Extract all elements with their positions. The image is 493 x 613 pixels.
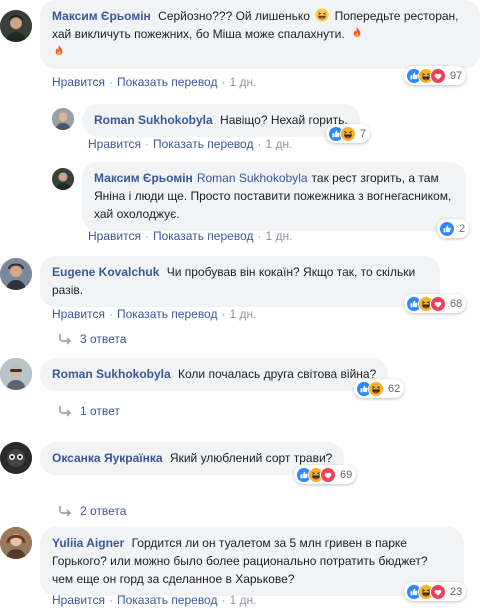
separator-dot: ·	[144, 229, 149, 243]
reaction-count: 68	[450, 297, 463, 310]
comment-time[interactable]: 1 дн.	[229, 307, 256, 321]
reply-arrow-icon	[58, 405, 72, 417]
mention-link[interactable]: Roman Sukhokobyla	[197, 171, 308, 185]
like-link[interactable]: Нравится	[52, 75, 105, 89]
reaction-count: 23	[450, 585, 463, 598]
separator-dot: ·	[108, 307, 113, 321]
replies-count: 2 ответа	[80, 504, 127, 518]
reaction-count: 2	[459, 222, 466, 235]
comment-author[interactable]: Максим Єрьомін	[52, 9, 151, 23]
like-link[interactable]: Нравится	[88, 137, 141, 151]
reactions-summary[interactable]: 7	[326, 124, 371, 143]
fire-emoji-icon	[52, 44, 66, 58]
reply-arrow-icon	[58, 505, 72, 517]
comment-bubble: Максим Єрьомін Серйозно??? Ой лишенько П…	[40, 0, 480, 69]
show-translation-link[interactable]: Показать перевод	[117, 307, 218, 321]
view-replies-link[interactable]: 2 ответа	[58, 504, 126, 518]
comment-bubble: Yuliia Aigner Гордится ли он туалетом за…	[40, 527, 464, 596]
view-replies-link[interactable]: 3 ответа	[58, 332, 126, 346]
comment-time[interactable]: 1 дн.	[229, 75, 256, 89]
reactions-summary[interactable]: 23	[404, 582, 467, 601]
comment-actions: Нравится · Показать перевод · 1 дн.	[52, 593, 256, 607]
comment-author[interactable]: Максим Єрьомін	[94, 171, 193, 185]
comment-bubble: Roman Sukhokobyla Коли почалась друга св…	[40, 358, 389, 391]
comment-actions: Нравится · Показать перевод · 1 дн.	[52, 75, 256, 89]
separator-dot: ·	[221, 307, 226, 321]
comment-5: Roman Sukhokobyla Коли почалась друга св…	[0, 358, 389, 391]
replies-count: 1 ответ	[80, 404, 120, 418]
separator-dot: ·	[221, 593, 226, 607]
comment-4: Eugene Kovalchuk Чи пробував він кокаїн?…	[0, 256, 440, 307]
separator-dot: ·	[221, 75, 226, 89]
comment-time[interactable]: 1 дн.	[229, 593, 256, 607]
replies-count: 3 ответа	[80, 332, 127, 346]
comment-actions: Нравится · Показать перевод · 1 дн.	[52, 307, 256, 321]
view-replies-link[interactable]: 1 ответ	[58, 404, 120, 418]
separator-dot: ·	[144, 137, 149, 151]
reply-arrow-icon	[58, 333, 72, 345]
avatar[interactable]	[0, 527, 32, 559]
like-link[interactable]: Нравится	[52, 593, 105, 607]
avatar[interactable]	[0, 358, 32, 390]
separator-dot: ·	[108, 75, 113, 89]
show-translation-link[interactable]: Показать перевод	[117, 75, 218, 89]
comment-bubble: Максим Єрьомін Roman Sukhokobyla так рест …	[82, 162, 466, 231]
avatar[interactable]	[0, 10, 32, 42]
show-translation-link[interactable]: Показать перевод	[153, 229, 254, 243]
comment-author[interactable]: Yuliia Aigner	[52, 536, 124, 550]
comment-1: Максим Єрьомін Серйозно??? Ой лишенько П…	[0, 0, 480, 69]
comment-6: Оксанка Яукраїнка Який улюблений сорт тр…	[0, 442, 345, 475]
comment-text: Серйозно??? Ой лишенько	[158, 9, 310, 23]
show-translation-link[interactable]: Показать перевод	[117, 593, 218, 607]
comment-author[interactable]: Оксанка Яукраїнка	[52, 451, 163, 465]
separator-dot: ·	[257, 137, 262, 151]
like-reaction-icon	[439, 220, 455, 237]
comment-text: Коли почалась друга світова війна?	[178, 367, 377, 381]
reactions-summary[interactable]: 68	[404, 294, 467, 313]
haha-reaction-icon	[368, 380, 384, 397]
separator-dot: ·	[257, 229, 262, 243]
haha-reaction-icon	[340, 125, 356, 142]
like-link[interactable]: Нравится	[88, 229, 141, 243]
comment-text: Навіщо? Нехай горить.	[220, 113, 348, 127]
avatar[interactable]	[52, 108, 74, 130]
show-translation-link[interactable]: Показать перевод	[153, 137, 254, 151]
comment-author[interactable]: Roman Sukhokobyla	[94, 113, 213, 127]
avatar[interactable]	[0, 258, 32, 290]
avatar[interactable]	[0, 442, 32, 474]
avatar[interactable]	[52, 168, 74, 190]
comment-7: Yuliia Aigner Гордится ли он туалетом за…	[0, 527, 464, 596]
comment-author[interactable]: Roman Sukhokobyla	[52, 367, 171, 381]
fire-emoji-icon	[350, 26, 364, 40]
comment-bubble: Roman Sukhokobyla Навіщо? Нехай горить.	[82, 104, 360, 137]
comment-actions: Нравится · Показать перевод · 1 дн.	[88, 137, 292, 151]
comment-bubble: Eugene Kovalchuk Чи пробував він кокаїн?…	[40, 256, 440, 307]
reactions-summary[interactable]: 62	[354, 379, 405, 398]
reaction-count: 97	[450, 69, 463, 82]
reactions-summary[interactable]: 2	[437, 219, 470, 238]
reaction-count: 69	[340, 468, 353, 481]
reaction-count: 7	[360, 127, 367, 140]
comment-3: Максим Єрьомін Roman Sukhokobyla так рест …	[52, 162, 466, 231]
laughing-emoji-icon	[315, 8, 329, 22]
comment-2: Roman Sukhokobyla Навіщо? Нехай горить.	[52, 104, 360, 137]
separator-dot: ·	[108, 593, 113, 607]
love-reaction-icon	[430, 295, 446, 312]
like-link[interactable]: Нравится	[52, 307, 105, 321]
love-reaction-icon	[320, 466, 336, 483]
comment-actions: Нравится · Показать перевод · 1 дн.	[88, 229, 292, 243]
comment-time[interactable]: 1 дн.	[265, 137, 292, 151]
reaction-count: 62	[388, 382, 401, 395]
love-reaction-icon	[430, 67, 446, 84]
love-reaction-icon	[430, 583, 446, 600]
comment-time[interactable]: 1 дн.	[265, 229, 292, 243]
comment-text: Який улюблений сорт трави?	[169, 451, 333, 465]
comment-author[interactable]: Eugene Kovalchuk	[52, 265, 159, 279]
reactions-summary[interactable]: 69	[294, 465, 357, 484]
reactions-summary[interactable]: 97	[404, 66, 467, 85]
